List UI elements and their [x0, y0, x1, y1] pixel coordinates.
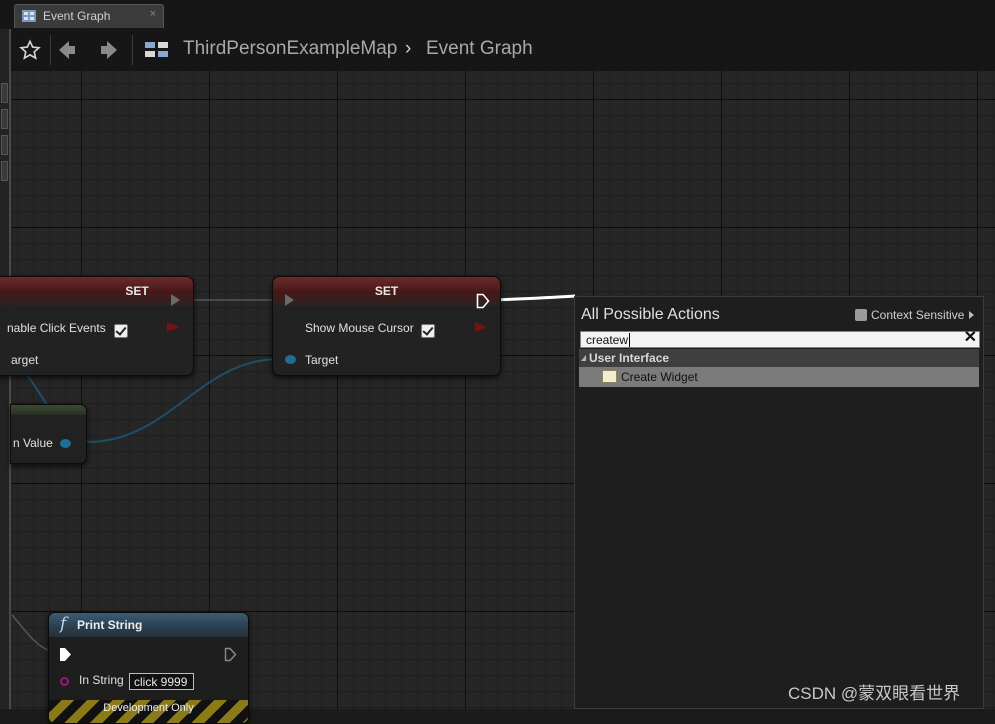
watermark: CSDN @蒙双眼看世界	[788, 684, 961, 703]
exec-out-pin[interactable]	[224, 647, 237, 662]
action-item-create-widget[interactable]: Create Widget	[579, 367, 979, 387]
node-title: Print String	[77, 618, 143, 632]
clear-search-icon[interactable]: ✕	[964, 330, 977, 346]
graph-icon	[22, 10, 36, 22]
set-node-right[interactable]: SET Show Mouse Cursor Target	[272, 276, 501, 376]
set-node-left[interactable]: SET nable Click Events arget	[0, 276, 194, 376]
actions-menu: All Possible Actions Context Sensitive c…	[574, 296, 984, 709]
breadcrumb-separator: ›	[405, 38, 412, 59]
search-input[interactable]: createw ✕	[580, 330, 980, 348]
return-value-pin[interactable]	[60, 439, 71, 448]
expand-arrow-icon[interactable]	[581, 355, 586, 361]
output-pin[interactable]	[167, 322, 179, 332]
print-string-node[interactable]: f Print String In String click 9999 Deve…	[48, 612, 249, 724]
back-arrow-icon[interactable]	[55, 37, 79, 63]
breadcrumb-graph: Event Graph	[426, 38, 533, 59]
panel-handle[interactable]	[1, 135, 8, 155]
in-string-label: In String	[79, 673, 124, 687]
development-only-label: Development Only	[103, 702, 194, 714]
tab-bar: Event Graph ×	[0, 0, 995, 29]
target-pin[interactable]	[285, 355, 296, 364]
node-title: SET	[273, 277, 500, 305]
node-header	[11, 405, 86, 415]
show-mouse-cursor-checkbox[interactable]	[421, 324, 435, 338]
forward-arrow-icon[interactable]	[97, 37, 121, 63]
function-icon: f	[60, 614, 67, 634]
param-label: nable Click Events	[7, 321, 106, 335]
context-sensitive-checkbox[interactable]	[855, 309, 867, 321]
tab-event-graph[interactable]: Event Graph ×	[14, 4, 164, 28]
variable-node[interactable]: n Value	[10, 404, 87, 464]
exec-in-pin[interactable]	[285, 294, 294, 306]
param-label: Show Mouse Cursor	[305, 321, 414, 335]
output-label: n Value	[13, 436, 53, 450]
enable-click-events-checkbox[interactable]	[114, 324, 128, 338]
exec-out-pin[interactable]	[171, 294, 180, 306]
tab-label: Event Graph	[43, 9, 111, 23]
text-cursor	[629, 333, 631, 347]
exec-out-pin[interactable]	[476, 293, 490, 309]
search-value: createw	[586, 333, 629, 347]
breadcrumb-map[interactable]: ThirdPersonExampleMap	[183, 38, 397, 60]
tab-close-icon[interactable]: ×	[150, 8, 156, 20]
graph-toolbar: ThirdPersonExampleMap › Event Graph	[11, 29, 995, 71]
graph-icon	[143, 37, 171, 63]
toolbar-divider	[50, 35, 51, 65]
category-label: User Interface	[589, 351, 670, 365]
exec-in-pin[interactable]	[59, 647, 72, 662]
context-sensitive-label[interactable]: Context Sensitive	[871, 308, 964, 322]
category-user-interface[interactable]: User Interface	[579, 349, 979, 367]
panel-handle[interactable]	[1, 83, 8, 103]
action-label: Create Widget	[621, 370, 698, 384]
node-header: f Print String	[49, 613, 248, 637]
target-label: Target	[305, 353, 339, 367]
panel-handle[interactable]	[1, 109, 8, 129]
favorite-star-icon[interactable]	[17, 37, 43, 63]
string-pin[interactable]	[60, 677, 69, 686]
toolbar-divider	[132, 35, 133, 65]
output-pin[interactable]	[475, 322, 487, 332]
context-arrow-icon[interactable]	[969, 311, 974, 319]
in-string-field[interactable]: click 9999	[129, 673, 194, 690]
development-only-band: Development Only	[49, 700, 248, 723]
node-title: SET	[0, 277, 193, 305]
target-label: arget	[11, 353, 39, 367]
menu-title: All Possible Actions	[581, 306, 720, 323]
widget-icon	[602, 370, 617, 383]
panel-handle[interactable]	[1, 161, 8, 181]
